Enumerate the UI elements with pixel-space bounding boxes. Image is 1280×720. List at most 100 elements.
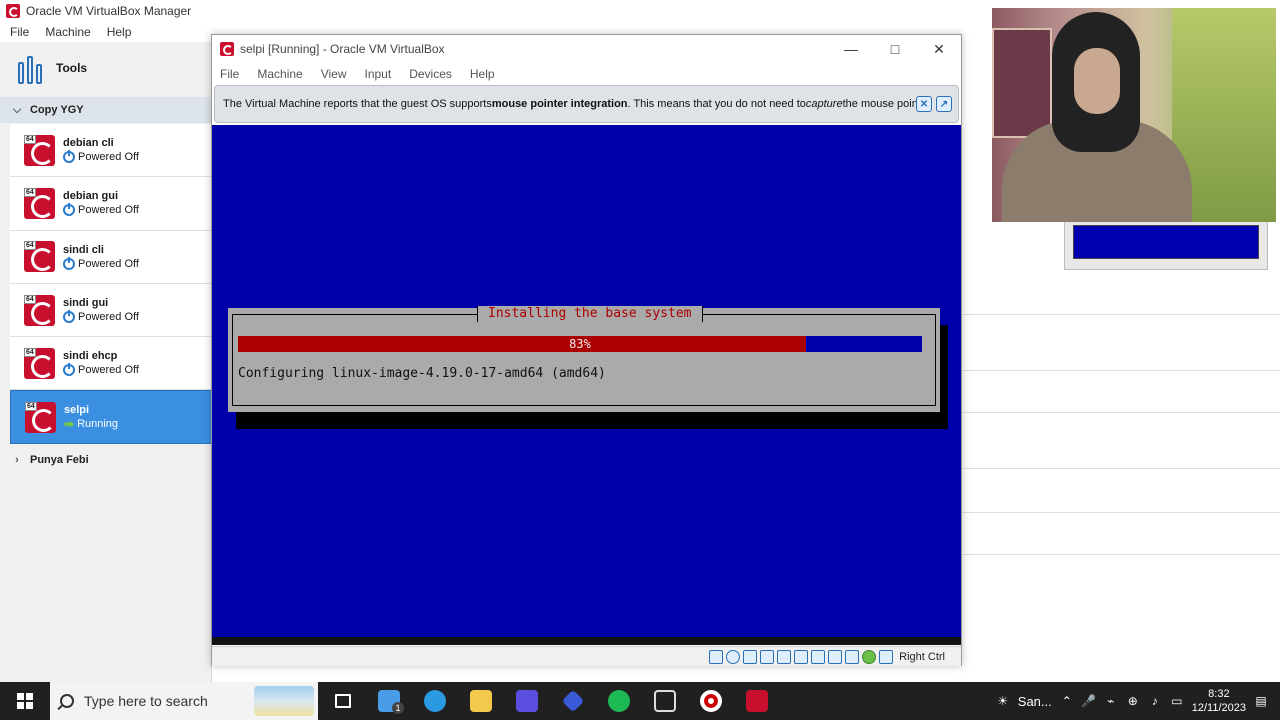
- tools-label: Tools: [56, 61, 88, 75]
- guest-display[interactable]: Installing the base system 83% Configuri…: [212, 125, 961, 645]
- maximize-button[interactable]: □: [873, 35, 917, 63]
- debian-os-icon: 64: [24, 347, 55, 379]
- vm-name: selpi: [64, 404, 90, 417]
- taskbar-search[interactable]: Type here to search: [50, 682, 318, 720]
- weather-label[interactable]: San...: [1018, 694, 1052, 709]
- mouse-integration-icon[interactable]: [862, 649, 877, 664]
- group-label: Copy YGY: [30, 104, 84, 116]
- manager-menu-machine[interactable]: Machine: [45, 25, 90, 39]
- vm-name: sindi ehcp: [63, 350, 118, 363]
- virtualbox-logo-icon: [6, 4, 20, 18]
- network-icon[interactable]: [760, 649, 775, 664]
- hard-disk-icon[interactable]: [709, 649, 724, 664]
- vm-item-sindi-gui[interactable]: 64 sindi gui Powered Off: [10, 283, 212, 338]
- file-explorer-icon[interactable]: [458, 682, 504, 720]
- weather-icon[interactable]: ☀: [996, 694, 1010, 708]
- vm-menu-file[interactable]: File: [220, 67, 239, 81]
- vm-menu-view[interactable]: View: [321, 67, 347, 81]
- clock[interactable]: 8:32 12/11/2023: [1192, 687, 1246, 715]
- cpu-icon[interactable]: [845, 649, 860, 664]
- chevron-up-icon[interactable]: ⌃: [1060, 694, 1074, 708]
- vm-list: 64 debian cli Powered Off 64 debian gui …: [10, 124, 212, 444]
- close-notice-icon[interactable]: ✕: [916, 96, 932, 112]
- spotify-icon[interactable]: [596, 682, 642, 720]
- powered-off-icon: [63, 310, 75, 324]
- vm-item-debian-gui[interactable]: 64 debian gui Powered Off: [10, 177, 212, 231]
- microphone-icon[interactable]: 🎤: [1081, 694, 1096, 708]
- mail-icon[interactable]: 1: [366, 682, 412, 720]
- vm-titlebar[interactable]: selpi [Running] - Oracle VM VirtualBox —…: [212, 35, 961, 63]
- windows-logo-icon: [17, 693, 33, 709]
- vm-window: selpi [Running] - Oracle VM VirtualBox —…: [211, 34, 962, 666]
- webcam-overlay: [992, 8, 1276, 222]
- vm-preview: [1064, 218, 1268, 270]
- vm-menu-devices[interactable]: Devices: [409, 67, 452, 81]
- app-icon[interactable]: [504, 682, 550, 720]
- vm-name: sindi gui: [63, 297, 109, 310]
- keyboard-capture-icon[interactable]: [879, 649, 894, 664]
- debian-os-icon: 64: [24, 134, 55, 166]
- host-key-label: Right Ctrl: [899, 650, 945, 663]
- vm-statusbar: Right Ctrl: [212, 646, 961, 666]
- vm-menu-help[interactable]: Help: [470, 67, 495, 81]
- vm-name: sindi cli: [63, 243, 104, 256]
- network-tray-icon[interactable]: ⌁: [1104, 694, 1118, 708]
- mail-badge: 1: [392, 702, 404, 714]
- audio-icon[interactable]: [743, 649, 758, 664]
- vm-item-sindi-ehcp[interactable]: 64 sindi ehcp Powered Off: [10, 337, 212, 391]
- close-button[interactable]: ✕: [917, 35, 961, 63]
- group-label: Punya Febi: [30, 454, 89, 466]
- optical-drive-icon[interactable]: [726, 649, 741, 664]
- virtualbox-cube-icon[interactable]: [642, 682, 688, 720]
- details-pane: [962, 290, 1280, 682]
- group-copy-ygy[interactable]: ⌵ Copy YGY: [0, 97, 212, 123]
- vm-window-title: selpi [Running] - Oracle VM VirtualBox: [240, 42, 445, 56]
- task-view-icon[interactable]: [320, 682, 366, 720]
- record-icon[interactable]: [688, 682, 734, 720]
- powered-off-icon: [63, 150, 75, 164]
- installer-message: Configuring linux-image-4.19.0-17-amd64 …: [238, 366, 606, 381]
- notice-text-1: The Virtual Machine reports that the gue…: [223, 98, 492, 110]
- vm-item-selpi[interactable]: 64 selpi ➡ Running: [10, 390, 212, 444]
- mouse-integration-notice: The Virtual Machine reports that the gue…: [214, 85, 959, 123]
- vm-name: debian gui: [63, 190, 118, 203]
- search-placeholder: Type here to search: [84, 693, 208, 709]
- virtualbox-vm-icon[interactable]: [734, 682, 780, 720]
- display-icon[interactable]: [811, 649, 826, 664]
- vm-name: debian cli: [63, 137, 114, 150]
- battery-icon[interactable]: ▭: [1170, 694, 1184, 708]
- language-icon[interactable]: ⊕: [1126, 694, 1140, 708]
- debian-os-icon: 64: [24, 241, 55, 273]
- clock-time: 8:32: [1208, 688, 1230, 700]
- minimize-button[interactable]: —: [829, 35, 873, 63]
- vm-item-debian-cli[interactable]: 64 debian cli Powered Off: [10, 124, 212, 178]
- recording-icon[interactable]: [828, 649, 843, 664]
- progress-label: 83%: [569, 337, 591, 351]
- manager-menu-file[interactable]: File: [10, 25, 29, 39]
- chevron-right-icon[interactable]: ›: [12, 454, 22, 466]
- chevron-down-icon[interactable]: ⌵: [12, 104, 22, 117]
- search-icon: [60, 694, 74, 708]
- start-button[interactable]: [0, 682, 50, 720]
- manager-title: Oracle VM VirtualBox Manager: [26, 4, 192, 18]
- volume-icon[interactable]: ♪: [1148, 694, 1162, 708]
- install-progress-bar: 83%: [238, 336, 922, 352]
- usb-icon[interactable]: [777, 649, 792, 664]
- shared-folders-icon[interactable]: [794, 649, 809, 664]
- edge-browser-icon[interactable]: [412, 682, 458, 720]
- group-punya-febi[interactable]: › Punya Febi: [0, 447, 212, 473]
- notifications-icon[interactable]: ▤: [1254, 694, 1268, 708]
- manager-menu-help[interactable]: Help: [107, 25, 132, 39]
- vm-status: Powered Off: [78, 311, 139, 324]
- vm-menubar: File Machine View Input Devices Help: [212, 64, 961, 84]
- system-tray: ☀ San... ⌃ 🎤 ⌁ ⊕ ♪ ▭ 8:32 12/11/2023 ▤: [996, 682, 1280, 720]
- running-arrow-icon: ➡: [64, 417, 75, 432]
- tools-icon: [18, 52, 46, 84]
- machine-sidebar: Tools ⌵ Copy YGY 64 debian cli Powered O…: [0, 42, 212, 682]
- vm-menu-machine[interactable]: Machine: [257, 67, 302, 81]
- power-automate-icon[interactable]: [550, 682, 596, 720]
- mute-notice-icon[interactable]: ↗: [936, 96, 952, 112]
- vm-item-sindi-cli[interactable]: 64 sindi cli Powered Off: [10, 230, 212, 284]
- tools-item[interactable]: Tools: [0, 42, 212, 94]
- vm-menu-input[interactable]: Input: [365, 67, 392, 81]
